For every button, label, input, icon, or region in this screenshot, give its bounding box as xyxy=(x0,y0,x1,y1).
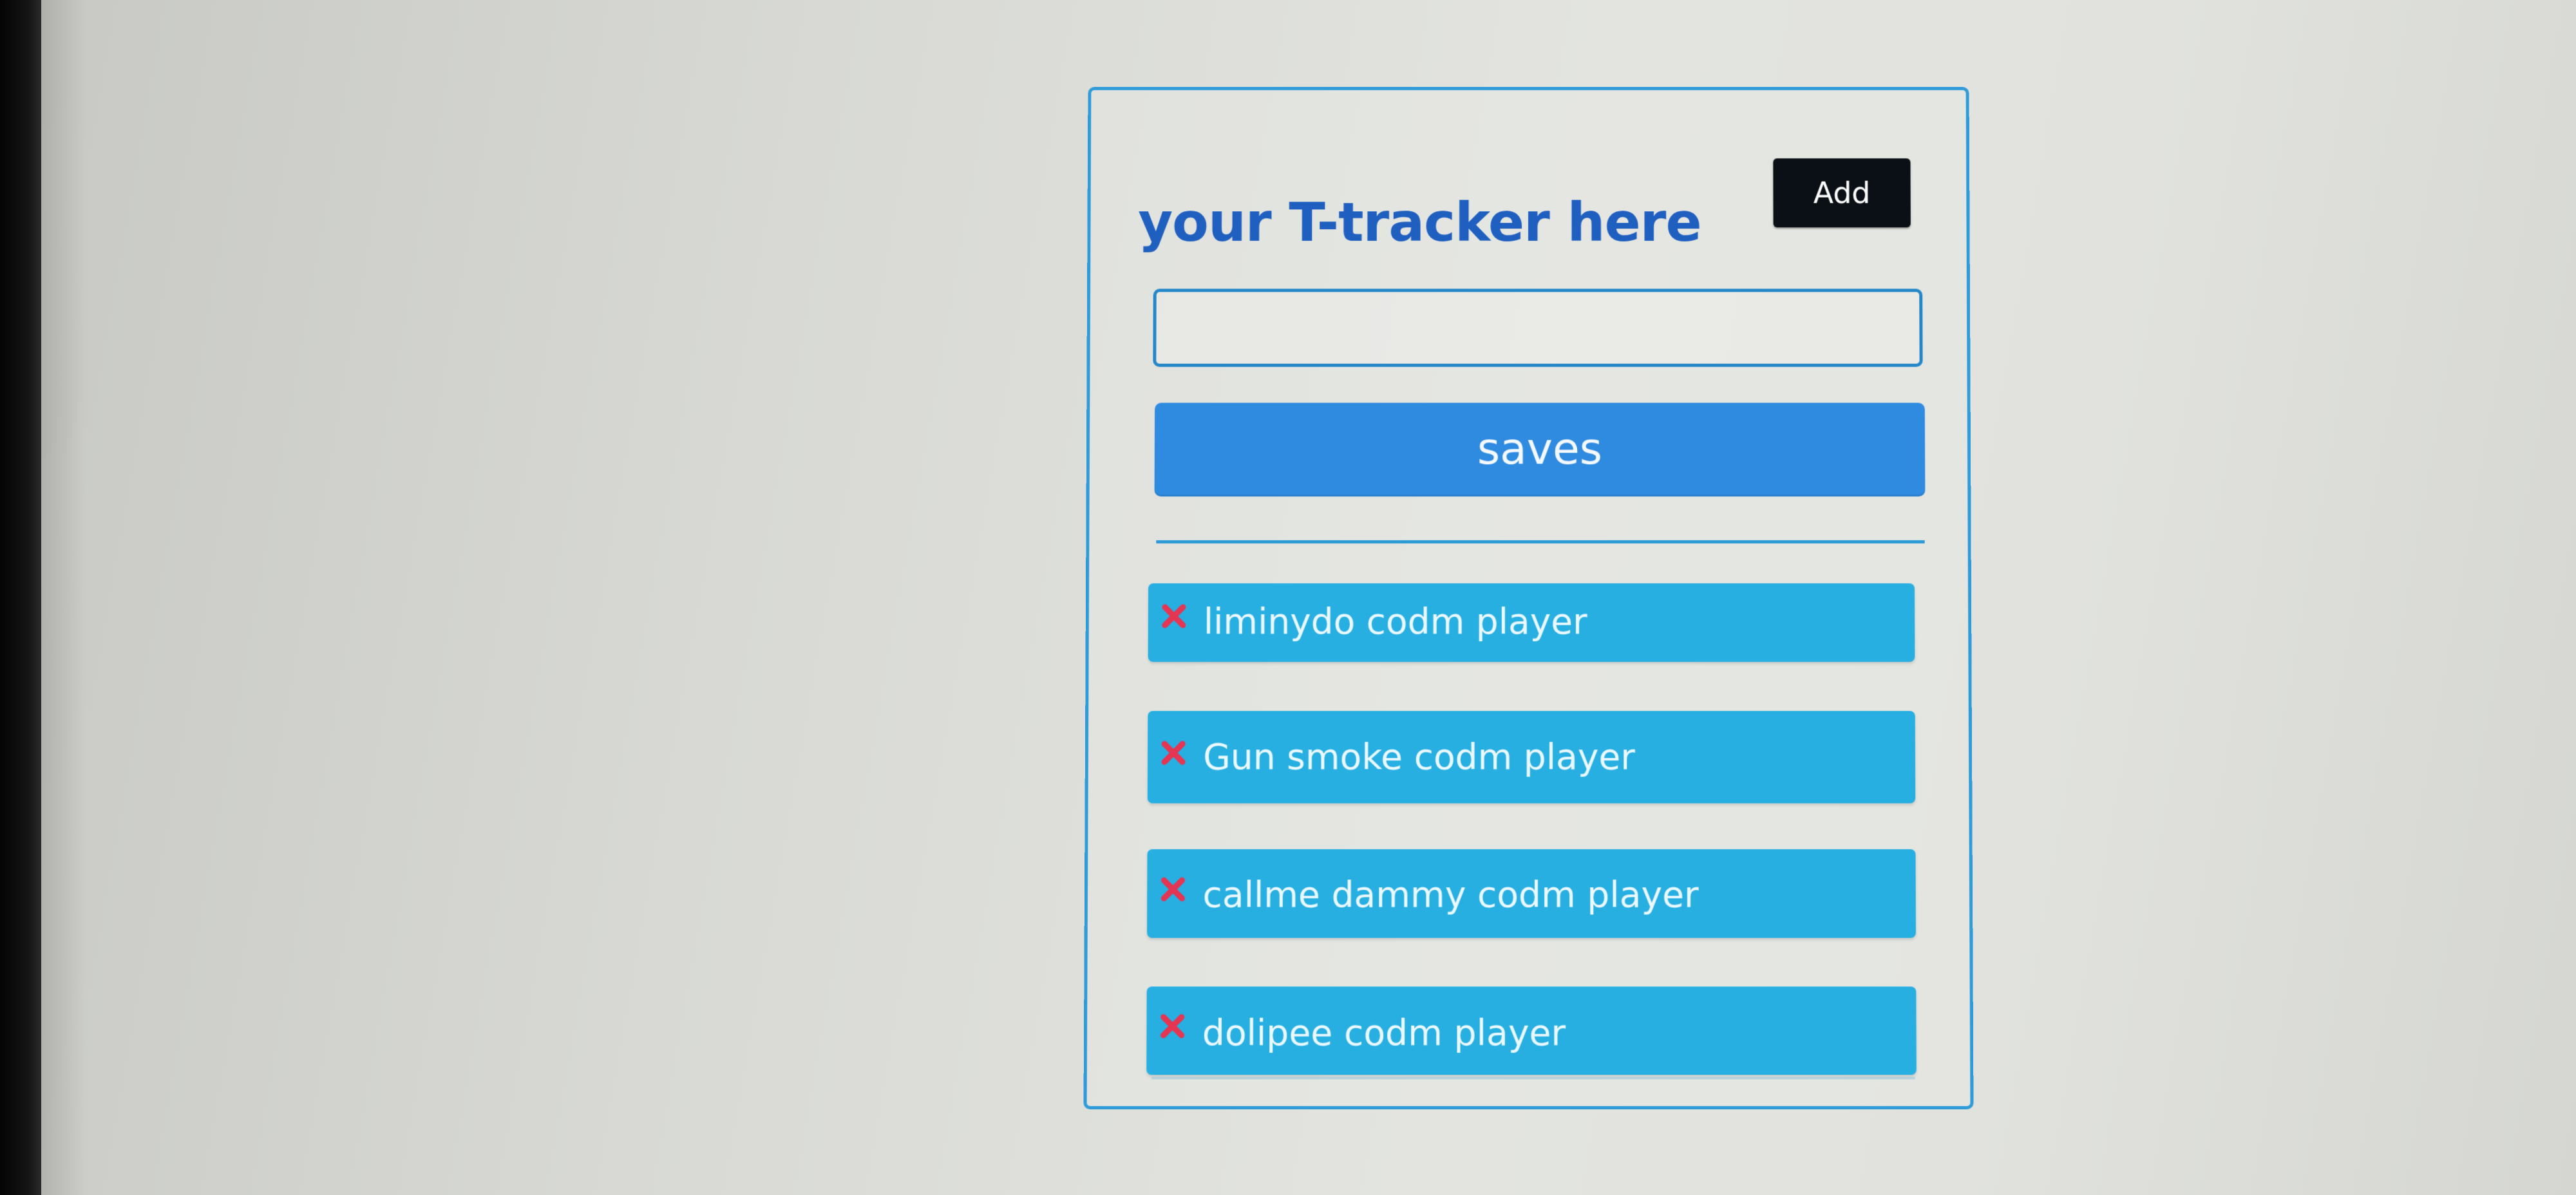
close-icon[interactable] xyxy=(1159,875,1187,903)
list-item[interactable]: dolipee codm player xyxy=(1146,986,1917,1075)
screen-shadow xyxy=(41,0,86,1195)
list-item-label: callme dammy codm player xyxy=(1202,874,1699,916)
divider xyxy=(1156,540,1925,544)
page-title: your T-tracker here xyxy=(1138,191,1701,254)
close-icon[interactable] xyxy=(1159,739,1188,767)
list-item-label: Gun smoke codm player xyxy=(1203,736,1635,778)
list-item-label: liminydo codm player xyxy=(1203,600,1587,643)
add-button[interactable]: Add xyxy=(1773,158,1911,228)
monitor-bezel xyxy=(0,0,41,1195)
close-icon[interactable] xyxy=(1158,1012,1186,1040)
photo-screen: your T-tracker here Add saves liminydo c… xyxy=(0,0,2576,1195)
close-icon[interactable] xyxy=(1160,602,1188,630)
tracker-card: your T-tracker here Add saves liminydo c… xyxy=(1083,87,1974,1109)
list-item-label: dolipee codm player xyxy=(1202,1012,1566,1054)
list-item[interactable]: Gun smoke codm player xyxy=(1147,711,1916,804)
list-item[interactable]: callme dammy codm player xyxy=(1147,849,1917,938)
task-input[interactable] xyxy=(1153,288,1923,367)
task-list: liminydo codm player Gun smoke codm play… xyxy=(1146,583,1923,1075)
bottom-divider xyxy=(1151,1077,1915,1080)
list-item[interactable]: liminydo codm player xyxy=(1148,583,1915,663)
save-button[interactable]: saves xyxy=(1154,402,1926,497)
